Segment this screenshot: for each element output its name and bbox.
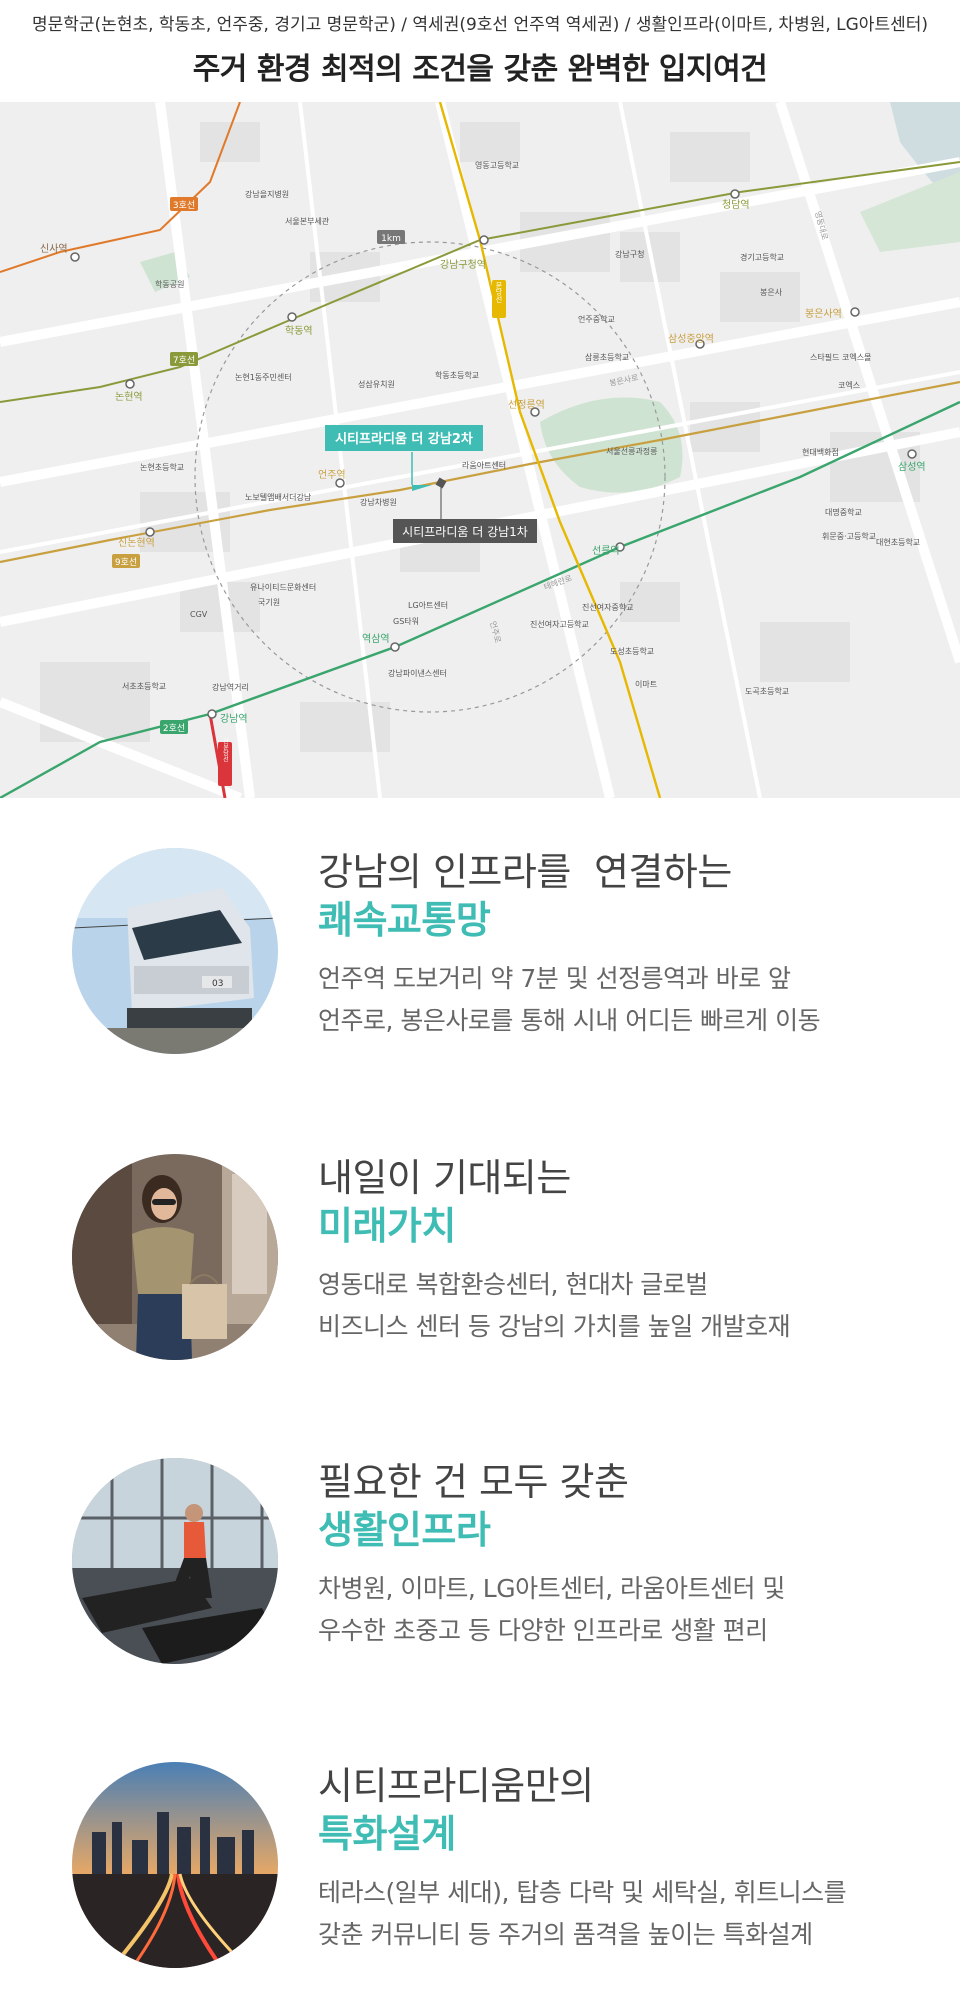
place-label: 코엑스 [838, 380, 860, 390]
feature-desc-line: 차병원, 이마트, LG아트센터, 라움아트센터 및 [318, 1574, 785, 1603]
feature-future-value: 내일이 기대되는 미래가치 영동대로 복합환승센터, 현대차 글로벌 비즈니스 … [0, 1154, 960, 1384]
feature-desc-line: 언주로, 봉은사로를 통해 시내 어디든 빠르게 이동 [318, 1006, 821, 1035]
svg-text:03: 03 [212, 979, 223, 989]
feature-highlight: 미래가치 [318, 1204, 456, 1248]
place-label: 도곡초등학교 [745, 686, 789, 696]
place-label: 유나이티드문화센터 [250, 582, 316, 592]
gym-photo [72, 1458, 278, 1664]
station-hakdong: 학동역 [285, 325, 313, 337]
site1-label: 시티프라디움 더 강남1차 [402, 525, 528, 539]
feature-title: 시티프라디움만의 [318, 1764, 594, 1808]
place-label: 언주중학교 [578, 314, 615, 324]
line-3-label: 3호선 [173, 200, 195, 211]
station-gangnam: 강남역 [220, 713, 248, 725]
line-shinbundang-label: 신분당선 [222, 737, 229, 762]
place-label: 노보텔앰배서더강남 [245, 492, 312, 502]
place-label: 강남차병원 [360, 497, 397, 507]
feature-desc-line: 갖춘 커뮤니티 등 주거의 품격을 높이는 특화설계 [318, 1920, 813, 1949]
place-label: 영동고등학교 [475, 160, 519, 170]
feature-highlight: 특화설계 [318, 1812, 456, 1856]
feature-highlight: 생활인프라 [318, 1508, 491, 1552]
feature-desc-line: 테라스(일부 세대), 탑층 다락 및 세탁실, 휘트니스를 [318, 1878, 847, 1907]
feature-desc-line: 언주역 도보거리 약 7분 및 선정릉역과 바로 앞 [318, 964, 791, 993]
line-7-label: 7호선 [173, 355, 195, 366]
location-map: 3호선 7호선 9호선 2호선 분당선 신분당선 1km 신사역 논현역 학동역… [0, 102, 960, 798]
place-label: 강남구청 [615, 249, 644, 259]
station-gangnamgucheong: 강남구청역 [440, 259, 486, 271]
station-eonju: 언주역 [318, 469, 346, 481]
place-label: 국기원 [258, 598, 280, 607]
place-label: 서울본부세관 [285, 216, 330, 226]
station-seonjeongneung: 선정릉역 [508, 399, 545, 411]
place-label: 논현초등학교 [140, 462, 184, 472]
place-label: 학동초등학교 [435, 370, 479, 380]
feature-desc-line: 영동대로 복합환승센터, 현대차 글로벌 [318, 1270, 708, 1299]
station-seolleung: 선릉역 [592, 545, 620, 557]
feature-highlight: 쾌속교통망 [318, 898, 491, 942]
feature-title: 필요한 건 모두 갖춘 [318, 1460, 629, 1504]
feature-title: 강남의 인프라를 연결하는 [318, 850, 732, 894]
feature-living-infra: 필요한 건 모두 갖춘 생활인프라 차병원, 이마트, LG아트센터, 라움아트… [0, 1458, 960, 1688]
station-bongeunsa: 봉은사역 [805, 308, 842, 320]
top-subtitle: 명문학군(논현초, 학동초, 언주중, 경기고 명문학군) / 역세권(9호선 … [31, 15, 928, 35]
place-label: 스타필드 코엑스몰 [810, 352, 871, 362]
place-label: 성삼유치원 [358, 379, 395, 389]
shopping-woman-photo [72, 1154, 278, 1360]
place-label: 도성초등학교 [610, 646, 654, 656]
place-label: CGV [190, 610, 208, 619]
place-label: 현대백화점 [802, 447, 839, 457]
place-label: 대현초등학교 [876, 537, 920, 547]
station-sinsa: 신사역 [40, 243, 68, 255]
station-samsungjungang: 삼성중앙역 [668, 333, 714, 345]
place-label: 강남파이낸스센터 [388, 668, 447, 678]
place-label: 진선여자중학교 [582, 602, 634, 612]
line-2-label: 2호선 [163, 723, 185, 734]
station-cheongdam: 청담역 [722, 199, 750, 211]
site2-label: 시티프라디움 더 강남2차 [335, 431, 473, 447]
station-samseong: 삼성역 [898, 461, 926, 473]
place-label: 진선여자고등학교 [530, 619, 589, 629]
place-label: 삼릉초등학교 [585, 352, 629, 362]
place-label: LG아트센터 [408, 600, 448, 610]
station-sinnonhyeon: 신논현역 [118, 537, 155, 549]
feature-desc-line: 우수한 초중고 등 다양한 인프라로 생활 편리 [318, 1616, 768, 1645]
scale-label: 1km [381, 234, 401, 244]
feature-desc-line: 비즈니스 센터 등 강남의 가치를 높일 개발호재 [318, 1312, 791, 1341]
line-bundang-label: 분당선 [495, 282, 503, 303]
page-title: 주거 환경 최적의 조건을 갖춘 완벽한 입지여건 [192, 52, 768, 87]
place-label: 논현1동주민센터 [235, 372, 292, 382]
feature-title: 내일이 기대되는 [318, 1156, 571, 1200]
feature-transport: 03 강남의 인프라를 연결하는 쾌속교통망 언주역 도보거리 약 7분 및 선… [0, 848, 960, 1078]
place-label: GS타워 [393, 617, 419, 626]
place-label: 경기고등학교 [740, 252, 784, 262]
place-label: 서울선릉과정릉 [606, 446, 658, 456]
place-label: 봉은사 [760, 288, 783, 297]
place-label: 강남을지병원 [245, 189, 289, 199]
line-9-label: 9호선 [115, 557, 137, 568]
map-svg: 3호선 7호선 9호선 2호선 분당선 신분당선 1km 신사역 논현역 학동역… [0, 102, 960, 798]
feature-special-design: 시티프라디움만의 특화설계 테라스(일부 세대), 탑층 다락 및 세탁실, 휘… [0, 1762, 960, 1992]
place-label: 서초초등학교 [122, 681, 166, 691]
city-night-photo [72, 1762, 278, 1968]
place-label: 대명중학교 [825, 507, 862, 517]
station-yeoksam: 역삼역 [362, 633, 390, 645]
train-photo: 03 [72, 848, 278, 1054]
place-label: 휘문중·고등학교 [822, 531, 876, 541]
place-label: 라움아트센터 [462, 460, 506, 470]
place-label: 이마트 [635, 679, 657, 689]
place-label: 학동공원 [155, 279, 184, 289]
place-label: 강남역거리 [212, 682, 249, 692]
station-nonhyeon: 논현역 [115, 391, 143, 403]
